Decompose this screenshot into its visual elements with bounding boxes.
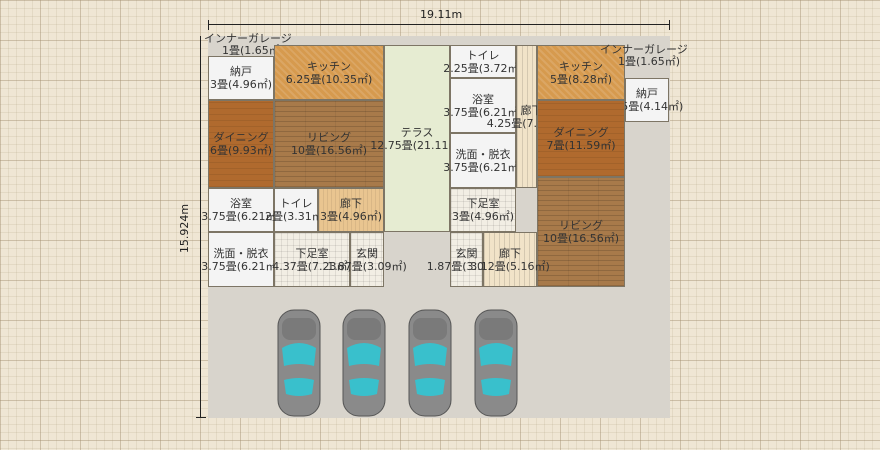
room-name: ダイニング: [553, 125, 609, 139]
room-area: 1畳(1.65㎡): [618, 55, 681, 68]
room-name: 廊下: [340, 197, 362, 210]
room-hall-right-2[interactable]: 廊下 3.12畳(5.16㎡): [470, 232, 550, 287]
room-name: トイレ: [466, 48, 500, 62]
room-name: 下足室: [466, 197, 500, 210]
room-toilet-right[interactable]: トイレ 2.25畳(3.72㎡): [443, 45, 523, 78]
room-area: 3畳(4.96㎡): [319, 210, 383, 223]
room-living-right[interactable]: リビング 10畳(16.56㎡): [537, 177, 625, 287]
width-dimension-label: 19.11m: [420, 8, 463, 21]
car-icon: [277, 309, 321, 417]
room-name: ダイニング: [213, 131, 269, 144]
room-name: 下足室: [295, 246, 329, 260]
room-wash-left[interactable]: 洗面・脱衣 3.75畳(6.21㎡): [201, 232, 281, 287]
room-area: 10畳(16.56㎡): [542, 232, 620, 245]
car-icon: [474, 309, 518, 417]
room-area: 6.25畳(10.35㎡): [285, 72, 373, 86]
room-dining-left[interactable]: ダイニング 6畳(9.93㎡): [208, 100, 274, 188]
room-name: 納戸: [230, 65, 252, 78]
room-name: キッチン: [559, 59, 603, 73]
room-area: 6畳(9.93㎡): [209, 144, 273, 157]
room-area: 1.87畳(3.09㎡): [327, 259, 407, 273]
room-closet-left[interactable]: 納戸 3畳(4.96㎡): [208, 56, 274, 100]
height-dimension-line: [200, 36, 201, 418]
room-area: 3畳(4.96㎡): [451, 210, 515, 223]
room-area: 3.75畳(6.21㎡): [443, 160, 523, 174]
room-name: 浴室: [230, 197, 252, 210]
room-area: 3.75畳(6.21㎡): [201, 259, 281, 273]
room-wash-right[interactable]: 洗面・脱衣 3.75畳(6.21㎡): [443, 133, 523, 188]
car-icon: [408, 309, 452, 417]
room-toilet-left[interactable]: トイレ 2畳(3.31㎡): [265, 188, 327, 232]
room-garage-right[interactable]: インナーガレージ 1畳(1.65㎡): [600, 44, 688, 68]
room-dining-right[interactable]: ダイニング 7畳(11.59㎡): [537, 100, 625, 177]
room-shoes-right[interactable]: 下足室 3畳(4.96㎡): [450, 188, 516, 232]
room-closet-right[interactable]: 納戸 2.5畳(4.14㎡): [611, 78, 683, 122]
room-name: テラス: [400, 125, 434, 139]
dimension-tick: [196, 417, 206, 418]
room-living-left[interactable]: リビング 10畳(16.56㎡): [274, 100, 384, 188]
room-name: 廊下: [499, 246, 521, 260]
room-name: 玄関: [356, 246, 378, 260]
room-area: 5畳(8.28㎡): [549, 72, 613, 86]
room-name: 浴室: [472, 92, 494, 106]
room-area: 3畳(4.96㎡): [209, 78, 273, 91]
room-kitchen-left[interactable]: キッチン 6.25畳(10.35㎡): [274, 45, 384, 100]
room-name: 洗面・脱衣: [213, 246, 269, 260]
room-entrance-left[interactable]: 玄関 1.87畳(3.09㎡): [327, 232, 407, 287]
room-name: 洗面・脱衣: [455, 147, 511, 161]
room-area: 7畳(11.59㎡): [546, 138, 616, 152]
room-terrace[interactable]: テラス 12.75畳(21.11㎡): [370, 45, 464, 232]
width-dimension-line: [208, 24, 670, 25]
room-hall-right[interactable]: 廊下 4.25畳(7.03㎡): [487, 45, 566, 188]
dimension-tick: [669, 20, 670, 30]
room-area: 2.25畳(3.72㎡): [443, 61, 523, 75]
dimension-tick: [208, 20, 209, 30]
height-dimension-label: 15.924m: [178, 203, 192, 254]
room-name: リビング: [307, 131, 351, 144]
room-name: キッチン: [307, 59, 351, 73]
room-hall-left[interactable]: 廊下 3畳(4.96㎡): [318, 188, 384, 232]
car-icon: [342, 309, 386, 417]
room-name: 納戸: [636, 87, 658, 100]
room-area: 10畳(16.56㎡): [290, 144, 368, 157]
room-name: 玄関: [455, 246, 478, 260]
room-name: トイレ: [279, 197, 313, 210]
room-area: 3.12畳(5.16㎡): [470, 259, 550, 273]
room-name: リビング: [559, 219, 603, 232]
